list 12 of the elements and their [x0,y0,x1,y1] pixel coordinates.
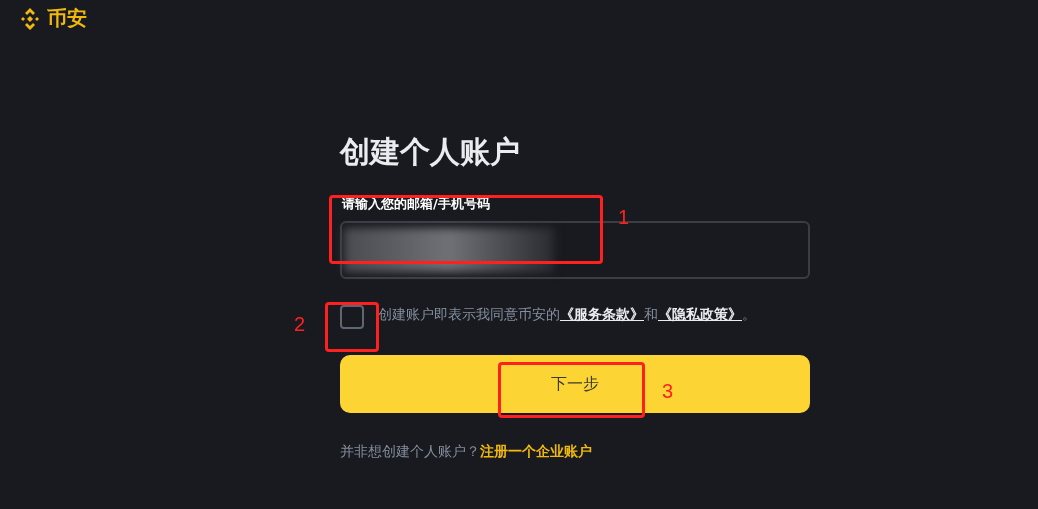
footer-text: 并非想创建个人账户？注册一个企业账户 [340,443,592,461]
business-account-link[interactable]: 注册一个企业账户 [480,443,592,459]
page-title: 创建个人账户 [340,133,520,171]
terms-checkbox[interactable] [340,305,364,329]
annotation-number: 1 [618,206,630,229]
annotation-box [325,302,379,352]
annotation-number: 2 [294,313,306,336]
annotation-number: 3 [662,380,674,403]
terms-link[interactable]: 《隐私政策》 [658,306,742,322]
logo-text: 币安 [47,5,87,32]
terms-text: 创建账户即表示我同意币安的《服务条款》和《隐私政策》。 [378,305,757,324]
terms-link[interactable]: 《服务条款》 [560,306,644,322]
